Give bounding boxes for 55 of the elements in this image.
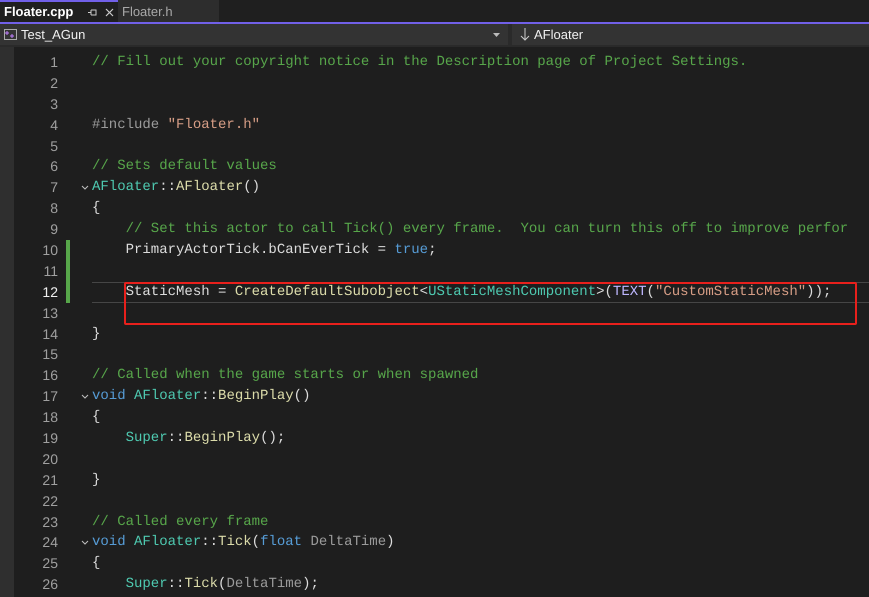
line-number: 7 xyxy=(49,178,58,198)
line-number: 26 xyxy=(41,575,58,594)
code-line: StaticMesh = CreateDefaultSubobject<UStaticMeshComponent>(TEXT("CustomStaticMesh")); xyxy=(124,282,832,302)
code-line: void AFloater::Tick(float DeltaTime) xyxy=(92,533,395,552)
pin-icon[interactable] xyxy=(88,8,97,16)
line-number: 9 xyxy=(49,220,58,240)
close-icon[interactable] xyxy=(105,8,114,16)
code-line: { xyxy=(92,554,100,574)
code-line: { xyxy=(92,408,100,428)
file-tab[interactable]: Floater.h xyxy=(118,0,219,22)
line-number: 6 xyxy=(49,157,58,176)
code-line: // Set this actor to call Tick() every frame. You can turn this off to improve perfor xyxy=(124,220,848,240)
code-line: } xyxy=(92,470,100,490)
line-number: 13 xyxy=(41,304,58,323)
code-line: { xyxy=(92,199,100,218)
line-number: 12 xyxy=(41,282,58,302)
line-number: 20 xyxy=(41,450,58,469)
line-number: 24 xyxy=(41,533,58,552)
line-number: 8 xyxy=(49,199,58,218)
code-line: // Sets default values xyxy=(92,157,277,176)
code-line: } xyxy=(92,324,100,344)
arrow-down-icon xyxy=(520,28,530,41)
code-line: Super::Tick(DeltaTime); xyxy=(124,575,319,594)
line-number: 25 xyxy=(41,554,58,574)
chevron-down-icon[interactable] xyxy=(81,185,89,190)
line-number: 2 xyxy=(49,74,58,93)
file-tab[interactable]: Floater.cpp xyxy=(0,0,118,22)
line-number: 10 xyxy=(41,240,58,260)
project-dropdown[interactable]: Test_AGun xyxy=(0,24,508,45)
line-number: 18 xyxy=(41,408,58,428)
code-line: AFloater::AFloater() xyxy=(92,178,260,198)
line-number: 21 xyxy=(41,470,58,490)
chevron-down-icon[interactable] xyxy=(81,394,89,400)
line-number: 4 xyxy=(49,116,58,135)
line-number: 14 xyxy=(41,324,58,344)
code-line: // Called when the game starts or when spawned xyxy=(92,366,478,386)
line-number: 1 xyxy=(49,52,58,72)
project-icon xyxy=(4,29,17,40)
chevron-down-icon[interactable] xyxy=(81,540,89,546)
line-number: 17 xyxy=(41,387,58,406)
code-line: Super::BeginPlay(); xyxy=(124,428,286,448)
code-line: void AFloater::BeginPlay() xyxy=(92,387,310,406)
caret-down-icon xyxy=(493,32,500,36)
line-number: 16 xyxy=(41,366,58,386)
line-number: 23 xyxy=(41,512,58,532)
line-number: 19 xyxy=(41,428,58,448)
code-line: // Fill out your copyright notice in the Description page of Project Settings. xyxy=(92,52,748,72)
line-number: 5 xyxy=(49,136,58,156)
code-line: #include "Floater.h" xyxy=(92,116,260,135)
code-line: // Called every frame xyxy=(92,512,268,532)
line-number: 11 xyxy=(42,262,58,281)
code-line: PrimaryActorTick.bCanEverTick = true; xyxy=(124,240,436,260)
line-number: 22 xyxy=(41,492,58,511)
line-number: 15 xyxy=(41,345,58,364)
line-number: 3 xyxy=(49,94,58,114)
